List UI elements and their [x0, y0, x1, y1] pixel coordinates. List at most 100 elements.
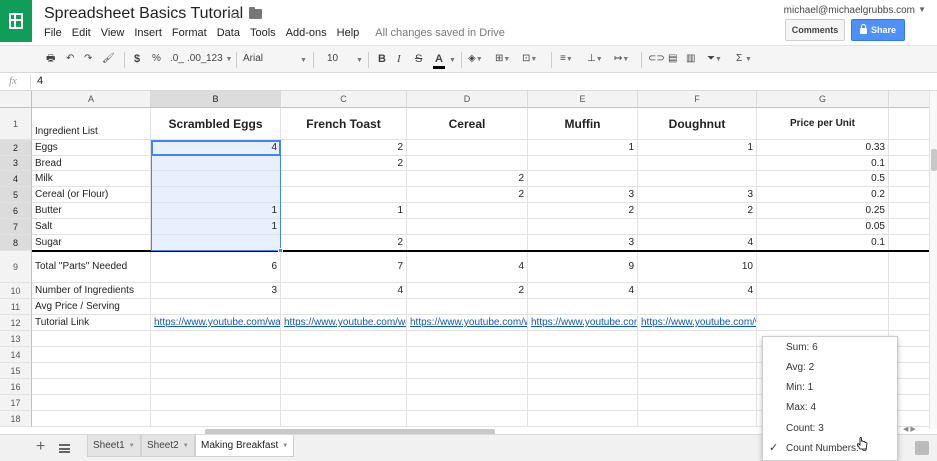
cell-d14[interactable]	[407, 347, 528, 363]
cell-e5[interactable]: 3	[528, 187, 638, 203]
font-size-select[interactable]: 10	[327, 53, 338, 65]
cell-g7[interactable]: 0.05	[757, 219, 889, 235]
row-header-12[interactable]: 12	[0, 315, 32, 331]
user-email[interactable]: michael@michaelgrubbs.com	[784, 5, 915, 16]
strikethrough-button[interactable]: S	[415, 53, 422, 65]
percent-format-button[interactable]: %	[152, 53, 161, 65]
filter-icon[interactable]: ⏷▼	[707, 53, 722, 66]
cell-f7[interactable]	[638, 219, 757, 235]
column-header-a[interactable]: A	[32, 91, 151, 108]
print-icon[interactable]: 🖶	[46, 53, 55, 65]
cell-f1[interactable]: Doughnut	[638, 108, 757, 140]
cell-h8[interactable]	[889, 235, 930, 251]
summary-count-numbers[interactable]: Count Numbers: 3	[786, 443, 867, 454]
cell-d8[interactable]	[407, 235, 528, 251]
vertical-scrollbar[interactable]	[929, 91, 937, 429]
redo-icon[interactable]: ↷	[84, 53, 92, 65]
cell-c11[interactable]	[281, 299, 407, 315]
folder-icon[interactable]	[249, 7, 262, 19]
cell-c18[interactable]	[281, 411, 407, 427]
scroll-arrows-icon[interactable]: ◀ ▶	[903, 425, 916, 433]
chevron-down-icon[interactable]: ▼	[356, 55, 363, 67]
cell-d17[interactable]	[407, 395, 528, 411]
cell-c8[interactable]: 2	[281, 235, 407, 251]
row-header-3[interactable]: 3	[0, 156, 32, 171]
cell-h7[interactable]	[889, 219, 930, 235]
fill-handle[interactable]	[278, 248, 283, 253]
cell-d1[interactable]: Cereal	[407, 108, 528, 140]
cell-g9[interactable]	[757, 251, 889, 283]
cell-f16[interactable]	[638, 379, 757, 395]
cell-a4[interactable]: Milk	[32, 171, 151, 187]
cell-g2[interactable]: 0.33	[757, 140, 889, 156]
row-header-11[interactable]: 11	[0, 299, 32, 315]
cell-g5[interactable]: 0.2	[757, 187, 889, 203]
cell-h2[interactable]	[889, 140, 930, 156]
cell-f11[interactable]	[638, 299, 757, 315]
cell-b7[interactable]: 1	[151, 219, 281, 235]
select-all-corner[interactable]	[0, 91, 32, 108]
align-horizontal-icon[interactable]: ≡▼	[560, 53, 573, 66]
row-header-9[interactable]: 9	[0, 251, 32, 283]
cell-d10[interactable]: 2	[407, 283, 528, 299]
cell-b11[interactable]	[151, 299, 281, 315]
row-header-1[interactable]: 1	[0, 108, 32, 140]
vertical-scroll-thumb[interactable]	[931, 149, 937, 171]
cell-a16[interactable]	[32, 379, 151, 395]
cell-d13[interactable]	[407, 331, 528, 347]
chevron-down-icon[interactable]: ▼	[449, 55, 456, 67]
more-formats-button[interactable]: 123 ▼	[206, 53, 232, 66]
cell-a9[interactable]: Total "Parts" Needed	[32, 251, 151, 283]
summary-min[interactable]: Min: 1	[786, 382, 813, 393]
cell-f12[interactable]: https://www.youtube.com/watch?v=itdzs8kY…	[638, 315, 757, 331]
sheet-tab-sheet2[interactable]: Sheet2 ▼	[141, 435, 195, 457]
cell-c4[interactable]	[281, 171, 407, 187]
cell-a6[interactable]: Butter	[32, 203, 151, 219]
row-header-10[interactable]: 10	[0, 283, 32, 299]
row-header-6[interactable]: 6	[0, 203, 32, 219]
row-header-2[interactable]: 2	[0, 140, 32, 156]
cell-c7[interactable]	[281, 219, 407, 235]
column-header-e[interactable]: E	[528, 91, 638, 108]
menu-addons[interactable]: Add-ons	[286, 27, 327, 39]
cell-e6[interactable]: 2	[528, 203, 638, 219]
cell-e2[interactable]: 1	[528, 140, 638, 156]
cell-h1[interactable]	[889, 108, 930, 140]
text-color-button[interactable]: A	[435, 53, 443, 65]
align-vertical-icon[interactable]: ⊥▼	[587, 53, 603, 66]
cell-b14[interactable]	[151, 347, 281, 363]
document-title[interactable]: Spreadsheet Basics Tutorial	[44, 5, 243, 23]
currency-format-button[interactable]: $	[134, 53, 140, 65]
cell-a18[interactable]	[32, 411, 151, 427]
cell-b17[interactable]	[151, 395, 281, 411]
cell-c12[interactable]: https://www.youtube.com/wa	[281, 315, 407, 331]
comments-button[interactable]: Comments	[785, 19, 845, 41]
menu-help[interactable]: Help	[337, 27, 360, 39]
cell-f18[interactable]	[638, 411, 757, 427]
undo-icon[interactable]: ↶	[66, 53, 74, 65]
cell-b4[interactable]	[151, 171, 281, 187]
bold-button[interactable]: B	[378, 53, 386, 65]
cell-c2[interactable]: 2	[281, 140, 407, 156]
insert-chart-icon[interactable]: ▥	[686, 53, 695, 65]
cell-d7[interactable]	[407, 219, 528, 235]
share-button[interactable]: Share	[851, 19, 905, 41]
row-header-16[interactable]: 16	[0, 379, 32, 395]
cell-d16[interactable]	[407, 379, 528, 395]
cell-e1[interactable]: Muffin	[528, 108, 638, 140]
formula-input[interactable]: 4	[37, 75, 43, 87]
cell-e3[interactable]	[528, 156, 638, 171]
cell-c6[interactable]: 1	[281, 203, 407, 219]
star-icon[interactable]: ☆	[228, 5, 241, 23]
row-header-5[interactable]: 5	[0, 187, 32, 203]
cell-b12[interactable]: https://www.youtube.com/wat	[151, 315, 281, 331]
row-header-18[interactable]: 18	[0, 411, 32, 427]
row-header-15[interactable]: 15	[0, 363, 32, 379]
cell-d12[interactable]: https://www.youtube.com/w	[407, 315, 528, 331]
menu-file[interactable]: File	[44, 27, 62, 39]
cell-c5[interactable]	[281, 187, 407, 203]
menu-tools[interactable]: Tools	[250, 27, 276, 39]
row-header-13[interactable]: 13	[0, 331, 32, 347]
cell-a13[interactable]	[32, 331, 151, 347]
decrease-decimal-button[interactable]: .0_	[170, 53, 184, 65]
